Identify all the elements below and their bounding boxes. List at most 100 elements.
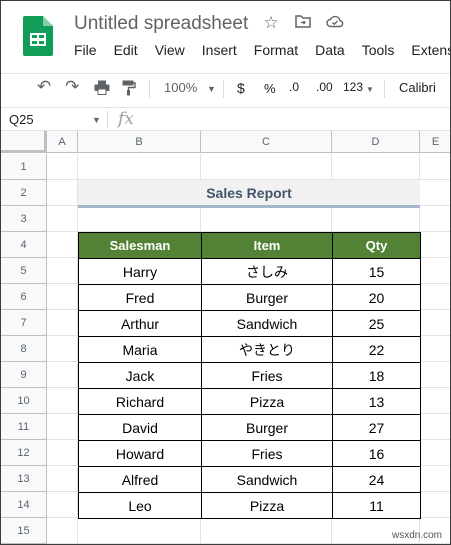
header-salesman[interactable]: Salesman — [78, 232, 202, 259]
cell-item[interactable]: Fries — [201, 440, 333, 467]
cell-qty[interactable]: 25 — [332, 310, 421, 337]
menu-insert[interactable]: Insert — [202, 42, 237, 58]
menu-edit[interactable]: Edit — [114, 42, 138, 58]
row-header-12[interactable]: 12 — [1, 440, 47, 466]
cell-qty[interactable]: 11 — [332, 492, 421, 519]
table-row: Richard Pizza 13 — [78, 388, 421, 415]
column-header-c[interactable]: C — [201, 131, 332, 153]
cell-qty[interactable]: 24 — [332, 466, 421, 493]
row-header-15[interactable]: 15 — [1, 518, 47, 544]
more-formats-chevron-icon[interactable]: ▼ — [366, 85, 374, 94]
table-row: Howard Fries 16 — [78, 440, 421, 467]
row-header-6[interactable]: 6 — [1, 284, 47, 310]
toolbar: ↶ ↷ 100% ▼ $ % .0 .00 123 ▼ Calibri — [1, 73, 450, 103]
cell-salesman[interactable]: Harry — [78, 258, 202, 285]
cell-item[interactable]: Burger — [201, 414, 333, 441]
print-icon[interactable] — [94, 80, 110, 98]
column-header-e[interactable]: E — [420, 131, 450, 153]
row-header-4[interactable]: 4 — [1, 232, 47, 258]
zoom-chevron-down-icon[interactable]: ▼ — [207, 84, 216, 94]
formula-bar: Q25 ▼ fx — [1, 107, 450, 131]
cell-salesman[interactable]: Maria — [78, 336, 202, 363]
row-header-11[interactable]: 11 — [1, 414, 47, 440]
cell-qty[interactable]: 16 — [332, 440, 421, 467]
cell-salesman[interactable]: Arthur — [78, 310, 202, 337]
star-icon[interactable]: ☆ — [261, 13, 281, 33]
cell-qty[interactable]: 18 — [332, 362, 421, 389]
font-select[interactable]: Calibri — [399, 80, 436, 95]
column-header-b[interactable]: B — [78, 131, 201, 153]
document-title[interactable]: Untitled spreadsheet — [74, 13, 248, 35]
cell-salesman[interactable]: Jack — [78, 362, 202, 389]
cell-salesman[interactable]: Fred — [78, 284, 202, 311]
cell-item[interactable]: Pizza — [201, 388, 333, 415]
cell-salesman[interactable]: Richard — [78, 388, 202, 415]
row-header-3[interactable]: 3 — [1, 206, 47, 232]
cell-item[interactable]: Pizza — [201, 492, 333, 519]
cell-salesman[interactable]: David — [78, 414, 202, 441]
cell-item[interactable]: さしみ — [201, 258, 333, 285]
cell-qty[interactable]: 27 — [332, 414, 421, 441]
row-header-2[interactable]: 2 — [1, 180, 47, 206]
select-all-corner[interactable] — [1, 131, 47, 153]
column-header-d[interactable]: D — [332, 131, 420, 153]
undo-icon[interactable]: ↶ — [37, 77, 51, 97]
menu-bar: File Edit View Insert Format Data Tools … — [74, 42, 450, 58]
menu-view[interactable]: View — [155, 42, 185, 58]
menu-data[interactable]: Data — [315, 42, 345, 58]
toolbar-divider — [149, 80, 150, 98]
title-icons: ☆ — [261, 13, 345, 33]
name-box-chevron-icon[interactable]: ▼ — [92, 115, 101, 125]
row-header-7[interactable]: 7 — [1, 310, 47, 336]
row-header-9[interactable]: 9 — [1, 362, 47, 388]
cell-item[interactable]: Fries — [201, 362, 333, 389]
header-qty[interactable]: Qty — [332, 232, 421, 259]
cell-item[interactable]: Sandwich — [201, 310, 333, 337]
table-row: Maria やきとり 22 — [78, 336, 421, 363]
paint-format-icon[interactable] — [122, 80, 136, 99]
cell-salesman[interactable]: Howard — [78, 440, 202, 467]
menu-format[interactable]: Format — [254, 42, 298, 58]
cell-item[interactable]: Sandwich — [201, 466, 333, 493]
table-row: Leo Pizza 11 — [78, 492, 421, 519]
row-header-5[interactable]: 5 — [1, 258, 47, 284]
report-title[interactable]: Sales Report — [78, 180, 420, 208]
move-to-folder-icon[interactable] — [293, 13, 313, 33]
fx-icon: fx — [118, 109, 134, 129]
menu-extensions[interactable]: Extensio — [411, 42, 450, 58]
row-header-13[interactable]: 13 — [1, 466, 47, 492]
zoom-select[interactable]: 100% — [164, 80, 197, 95]
cell-salesman[interactable]: Leo — [78, 492, 202, 519]
cell-qty[interactable]: 22 — [332, 336, 421, 363]
header-item[interactable]: Item — [201, 232, 333, 259]
decrease-decimal-button[interactable]: .0 — [289, 80, 299, 94]
cell-qty[interactable]: 13 — [332, 388, 421, 415]
percent-format-button[interactable]: % — [264, 81, 276, 96]
toolbar-divider — [223, 80, 224, 98]
cell-qty[interactable]: 15 — [332, 258, 421, 285]
cell-item[interactable]: Burger — [201, 284, 333, 311]
row-header-10[interactable]: 10 — [1, 388, 47, 414]
cell-salesman[interactable]: Alfred — [78, 466, 202, 493]
table-row: Fred Burger 20 — [78, 284, 421, 311]
row-header-14[interactable]: 14 — [1, 492, 47, 518]
currency-format-button[interactable]: $ — [237, 80, 245, 96]
sheets-logo-icon[interactable] — [23, 16, 53, 56]
increase-decimal-button[interactable]: .00 — [316, 80, 333, 94]
redo-icon[interactable]: ↷ — [65, 77, 79, 97]
cloud-status-icon[interactable] — [325, 13, 345, 33]
menu-file[interactable]: File — [74, 42, 97, 58]
cell-item[interactable]: やきとり — [201, 336, 333, 363]
gridline-horizontal — [47, 543, 450, 544]
name-box[interactable]: Q25 — [9, 112, 34, 127]
table-row: Jack Fries 18 — [78, 362, 421, 389]
row-header-1[interactable]: 1 — [1, 154, 47, 180]
row-header-8[interactable]: 8 — [1, 336, 47, 362]
table-row: Harry さしみ 15 — [78, 258, 421, 285]
watermark-text: wsxdn.com — [391, 530, 442, 541]
more-formats-button[interactable]: 123 — [343, 80, 363, 94]
cell-qty[interactable]: 20 — [332, 284, 421, 311]
column-header-a[interactable]: A — [47, 131, 78, 153]
menu-tools[interactable]: Tools — [362, 42, 395, 58]
table-row: Alfred Sandwich 24 — [78, 466, 421, 493]
